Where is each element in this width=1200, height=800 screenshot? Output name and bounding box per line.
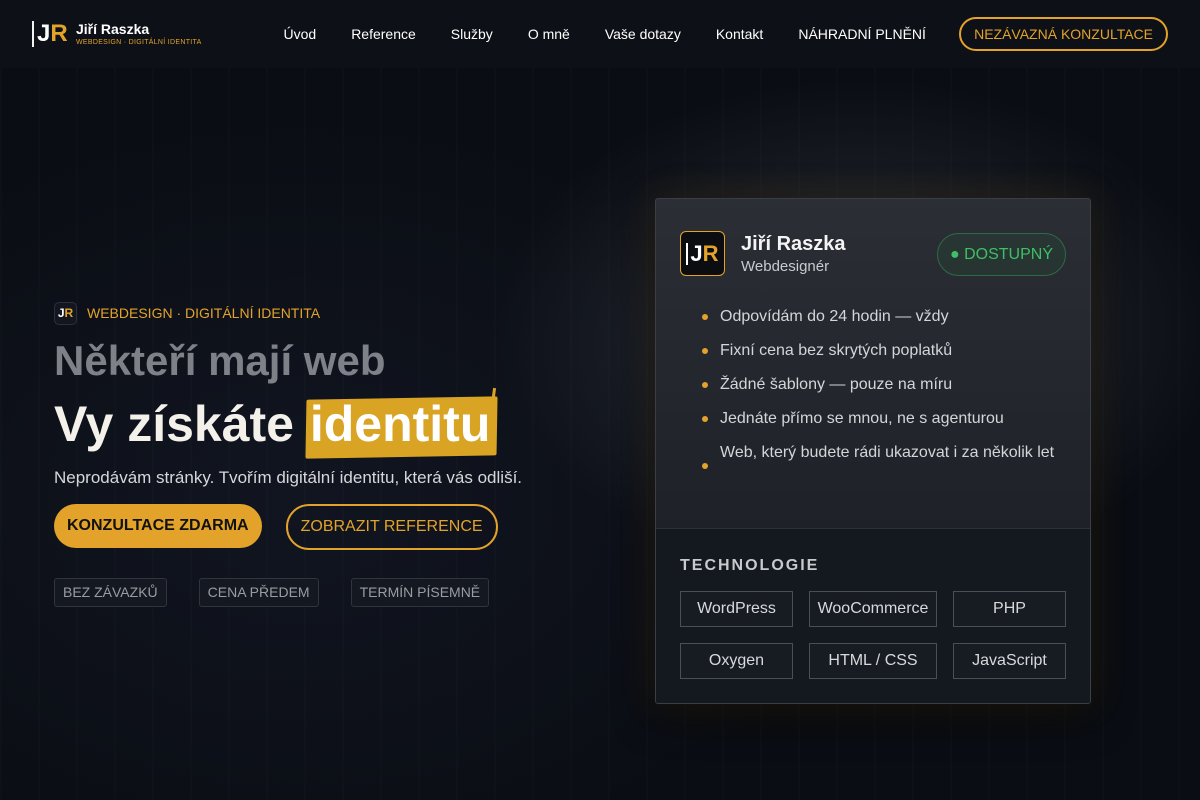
badge-price-upfront: CENA PŘEDEM bbox=[198, 577, 319, 607]
tech-chip-html-css: HTML / CSS bbox=[809, 643, 937, 679]
tech-chip-woocommerce: WooCommerce bbox=[809, 591, 937, 627]
badge-no-commitment: BEZ ZÁVAZKŮ bbox=[54, 577, 167, 607]
nav-item-vase-dotazy[interactable]: Vaše dotazy bbox=[605, 26, 681, 42]
hero-eyebrow: JR WEBDESIGN · DIGITÁLNÍ IDENTITA bbox=[54, 300, 614, 326]
page: J R Jiří Raszka WEBDESIGN · DIGITÁLNÍ ID… bbox=[0, 0, 1200, 800]
hero-section: JR WEBDESIGN · DIGITÁLNÍ IDENTITA Někteř… bbox=[54, 300, 614, 607]
logo-badge-icon: JR bbox=[54, 301, 77, 325]
list-item: Web, který budete rádi ukazovat i za něk… bbox=[702, 440, 1060, 469]
hero-headline-secondary: Někteří mají web bbox=[54, 337, 386, 384]
tech-chip-oxygen: Oxygen bbox=[680, 643, 793, 679]
list-item: Žádné šablony — pouze na míru bbox=[702, 372, 1060, 398]
bullet-icon bbox=[702, 382, 708, 388]
list-item: Odpovídám do 24 hodin — vždy bbox=[702, 304, 1060, 330]
site-header: J R Jiří Raszka WEBDESIGN · DIGITÁLNÍ ID… bbox=[0, 0, 1200, 68]
free-consultation-button[interactable]: KONZULTACE ZDARMA bbox=[54, 503, 262, 548]
nav-item-reference[interactable]: Reference bbox=[351, 26, 416, 42]
list-item: Jednáte přímo se mnou, ne s agenturou bbox=[702, 406, 1060, 432]
technology-title: TECHNOLOGIE bbox=[680, 557, 820, 574]
consultation-cta-button[interactable]: NEZÁVAZNÁ KONZULTACE bbox=[959, 17, 1168, 51]
profile-header: JR Jiří Raszka Webdesignér bbox=[680, 231, 846, 276]
nav-item-sluzby[interactable]: Služby bbox=[451, 26, 493, 42]
main-nav: Úvod Reference Služby O mně Vaše dotazy … bbox=[266, 0, 943, 68]
profile-card: JR Jiří Raszka Webdesignér ● DOSTUPNÝ Od… bbox=[655, 198, 1091, 704]
profile-role: Webdesignér bbox=[741, 257, 830, 275]
show-references-button[interactable]: ZOBRAZIT REFERENCE bbox=[285, 503, 498, 550]
bullet-icon bbox=[702, 463, 708, 469]
tech-chip-php: PHP bbox=[953, 591, 1066, 627]
site-logo[interactable]: J R Jiří Raszka WEBDESIGN · DIGITÁLNÍ ID… bbox=[32, 20, 202, 48]
technology-section: TECHNOLOGIE WordPress WooCommerce PHP Ox… bbox=[656, 528, 1090, 703]
hero-headline: Vy získáte identitu bbox=[54, 396, 614, 454]
nav-item-nahradni-plneni[interactable]: NÁHRADNÍ PLNĚNÍ bbox=[798, 26, 926, 42]
avatar: JR bbox=[680, 231, 725, 276]
nav-item-kontakt[interactable]: Kontakt bbox=[716, 26, 763, 42]
bullet-icon bbox=[702, 314, 708, 320]
hero-lead: Neprodávám stránky. Tvořím digitální ide… bbox=[54, 467, 523, 487]
nav-item-o-mne[interactable]: O mně bbox=[528, 26, 570, 42]
feature-list: Odpovídám do 24 hodin — vždy Fixní cena … bbox=[702, 304, 1060, 474]
hero-badges: BEZ ZÁVAZKŮ CENA PŘEDEM TERMÍN PÍSEMNĚ bbox=[54, 577, 614, 607]
hero-headline-prefix: Vy získáte bbox=[54, 396, 308, 453]
logo-name: Jiří Raszka bbox=[76, 21, 150, 37]
logo-mark-icon: J R bbox=[32, 20, 68, 48]
profile-name: Jiří Raszka bbox=[741, 232, 846, 255]
nav-item-uvod[interactable]: Úvod bbox=[284, 26, 317, 42]
tech-chip-wordpress: WordPress bbox=[680, 591, 793, 627]
hero-buttons: KONZULTACE ZDARMA ZOBRAZIT REFERENCE bbox=[54, 503, 614, 550]
tech-chip-javascript: JavaScript bbox=[953, 643, 1066, 679]
bullet-icon bbox=[702, 416, 708, 422]
technology-grid: WordPress WooCommerce PHP Oxygen HTML / … bbox=[680, 591, 1066, 695]
badge-deadline-in-writing: TERMÍN PÍSEMNĚ bbox=[350, 577, 490, 607]
hero-headline-highlight: identitu bbox=[309, 396, 491, 453]
hero-eyebrow-text: WEBDESIGN · DIGITÁLNÍ IDENTITA bbox=[87, 305, 321, 321]
list-item: Fixní cena bez skrytých poplatků bbox=[702, 338, 1060, 364]
logo-text: Jiří Raszka WEBDESIGN · DIGITÁLNÍ IDENTI… bbox=[76, 22, 202, 46]
status-badge: ● DOSTUPNÝ bbox=[936, 233, 1066, 276]
bullet-icon bbox=[702, 348, 708, 354]
logo-subtitle: WEBDESIGN · DIGITÁLNÍ IDENTITA bbox=[76, 39, 202, 46]
